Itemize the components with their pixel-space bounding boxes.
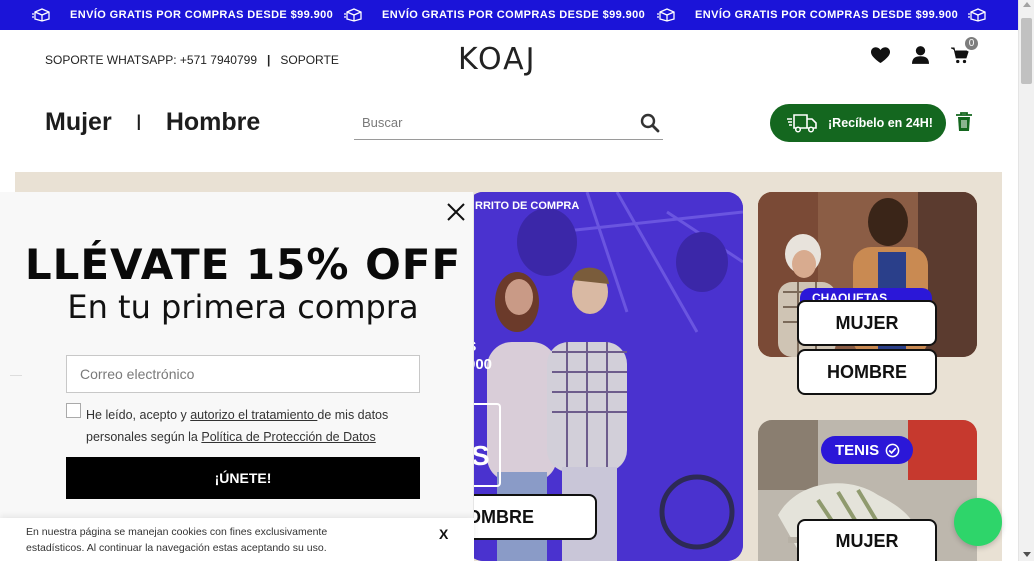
consent-text: He leído, acepto y autorizo el tratamien… <box>86 404 436 448</box>
chat-button[interactable] <box>954 498 1002 546</box>
tenis-chip: TENIS <box>821 436 913 464</box>
nav-separator: I <box>135 109 142 135</box>
support-link[interactable]: SOPORTE <box>280 53 338 67</box>
hero-top-text: RRITO DE COMPRA <box>475 200 580 212</box>
promo-item: ENVÍO GRATIS POR COMPRAS DESDE $99.900 <box>344 0 645 30</box>
page: { "promo": { "text": "ENVÍO GRATIS POR C… <box>0 0 1034 561</box>
cookie-text: En nuestra página se manejan cookies con… <box>26 526 328 554</box>
express-label: ¡Recíbelo en 24H! <box>828 116 933 130</box>
page-scrollbar[interactable] <box>1018 0 1034 561</box>
nav-mujer[interactable]: Mujer <box>45 108 112 137</box>
support-separator: | <box>267 53 271 67</box>
cookie-close-button[interactable]: X <box>439 526 448 542</box>
consent-checkbox[interactable] <box>66 403 81 418</box>
heart-icon[interactable] <box>871 46 890 64</box>
cart-button[interactable]: 0 <box>951 34 980 64</box>
box-icon <box>657 8 675 22</box>
site-logo[interactable]: KOAJ <box>458 42 537 77</box>
nav-hombre[interactable]: Hombre <box>166 108 260 137</box>
box-icon <box>968 8 986 22</box>
trash-icon[interactable] <box>955 112 973 132</box>
check-circle-icon <box>885 443 900 457</box>
scroll-thumb[interactable] <box>1021 18 1032 84</box>
promo-item: ENVÍO GRATIS POR COMPRAS DESDE $99.900 <box>657 0 958 30</box>
support-whatsapp-link[interactable]: SOPORTE WHATSAPP: +571 7940799 <box>45 53 257 67</box>
category-mujer-button-2[interactable]: MUJER <box>797 519 937 561</box>
promo-item: ENVÍO GRATIS POR COMPRAS DESDE $99.900 <box>32 0 333 30</box>
popup-title: LLÉVATE 15% OFF <box>24 240 462 289</box>
delivery-truck-icon <box>787 114 817 133</box>
category-mujer-button[interactable]: MUJER <box>797 300 937 346</box>
cart-count-badge: 0 <box>963 34 980 52</box>
header-actions: 0 <box>871 34 980 64</box>
join-button[interactable]: ¡ÚNETE! <box>66 457 420 499</box>
promo-text: ENVÍO GRATIS POR COMPRAS DESDE $99.900 <box>695 9 959 21</box>
consent-text-part1: He leído, acepto y <box>86 408 191 422</box>
popup-subtitle: En tu primera compra <box>67 288 419 326</box>
express-delivery-button[interactable]: ¡Recíbelo en 24H! <box>770 104 946 142</box>
hero-banner[interactable]: RRITO DE COMPRA S 000 S OMBRE <box>467 192 743 561</box>
user-icon[interactable] <box>912 46 929 64</box>
consent-link-autorizo[interactable]: autorizo el tratamiento <box>190 408 317 422</box>
search-input[interactable] <box>354 115 637 130</box>
promo-text: ENVÍO GRATIS POR COMPRAS DESDE $99.900 <box>382 9 646 21</box>
scroll-up-arrow-icon[interactable] <box>1023 2 1031 7</box>
promo-item <box>968 0 1006 30</box>
category-hombre-button[interactable]: HOMBRE <box>797 349 937 395</box>
close-icon[interactable] <box>445 201 467 223</box>
tenis-label: TENIS <box>835 441 880 459</box>
box-icon <box>344 8 362 22</box>
gender-nav: Mujer I Hombre <box>45 108 260 137</box>
search-icon <box>640 113 660 132</box>
promo-text: ENVÍO GRATIS POR COMPRAS DESDE $99.900 <box>70 9 334 21</box>
support-bar: SOPORTE WHATSAPP: +571 7940799 | SOPORTE <box>45 53 339 67</box>
privacy-policy-link[interactable]: Política de Protección de Datos <box>201 430 375 444</box>
divider <box>10 375 22 376</box>
box-icon <box>32 8 50 22</box>
hero-hombre-button[interactable]: OMBRE <box>467 494 597 540</box>
email-field[interactable] <box>66 355 420 393</box>
search-button[interactable] <box>637 110 663 136</box>
scroll-down-arrow-icon[interactable] <box>1023 552 1031 557</box>
promo-bar: ENVÍO GRATIS POR COMPRAS DESDE $99.900 E… <box>0 0 1018 30</box>
search-bar <box>354 106 663 140</box>
